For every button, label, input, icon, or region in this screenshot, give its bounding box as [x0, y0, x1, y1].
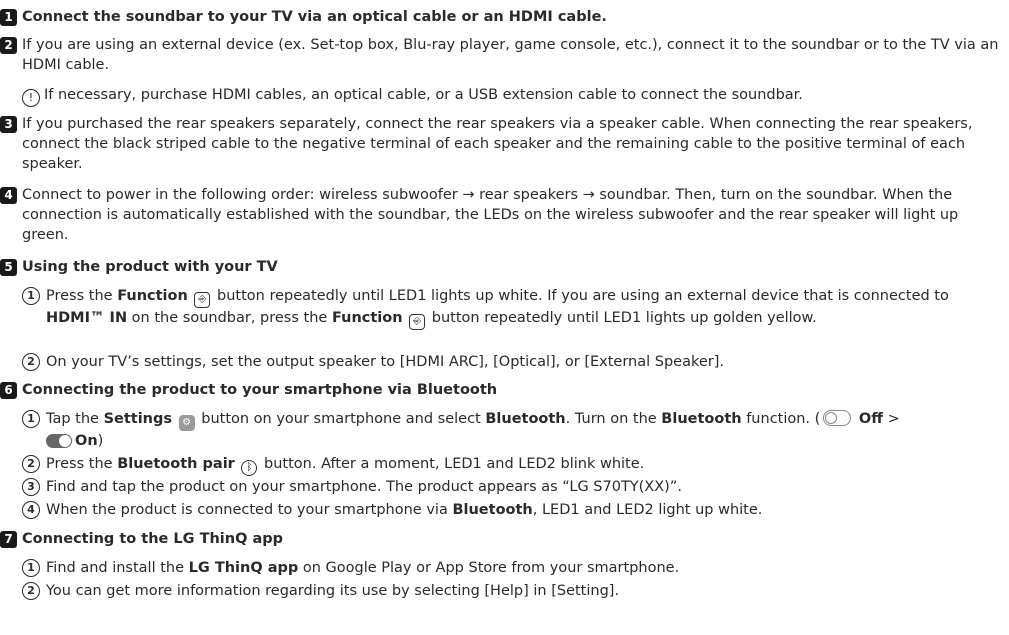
note-text: If necessary, purchase HDMI cables, an o…: [44, 87, 803, 103]
substep-number: 1: [22, 559, 40, 577]
substep-number: 1: [22, 410, 40, 428]
step-number: 6: [0, 382, 17, 399]
step-text: Connect the soundbar to your TV via an o…: [22, 9, 607, 25]
substep-number: 4: [22, 501, 40, 519]
step-number: 4: [0, 187, 17, 204]
input-source-icon: ⎆: [409, 314, 426, 330]
step-number: 1: [0, 9, 17, 26]
step-number: 5: [0, 259, 17, 276]
step-text: Connect to power in the following order:…: [22, 187, 959, 243]
substep-number: 1: [22, 287, 40, 305]
exclamation-circle-icon: !: [22, 89, 40, 107]
step-title: Using the product with your TV: [22, 259, 278, 275]
step-title: Connecting to the LG ThinQ app: [22, 531, 284, 547]
bluetooth-icon: ᛒ: [241, 460, 258, 476]
input-source-icon: ⎆: [194, 292, 211, 308]
substep-number: 2: [22, 455, 40, 473]
step-number: 3: [0, 116, 17, 133]
substep-number: 2: [22, 582, 40, 600]
substep-number: 3: [22, 478, 40, 496]
toggle-on-icon: [46, 434, 72, 448]
step-number: 7: [0, 531, 17, 548]
gear-icon: ⚙: [178, 415, 195, 431]
step-title: Connecting the product to your smartphon…: [22, 382, 498, 398]
substep-number: 2: [22, 353, 40, 371]
step-text: If you purchased the rear speakers separ…: [22, 116, 973, 172]
step-number: 2: [0, 37, 17, 54]
toggle-off-icon: [823, 410, 852, 426]
step-text: If you are using an external device (ex.…: [22, 37, 999, 73]
